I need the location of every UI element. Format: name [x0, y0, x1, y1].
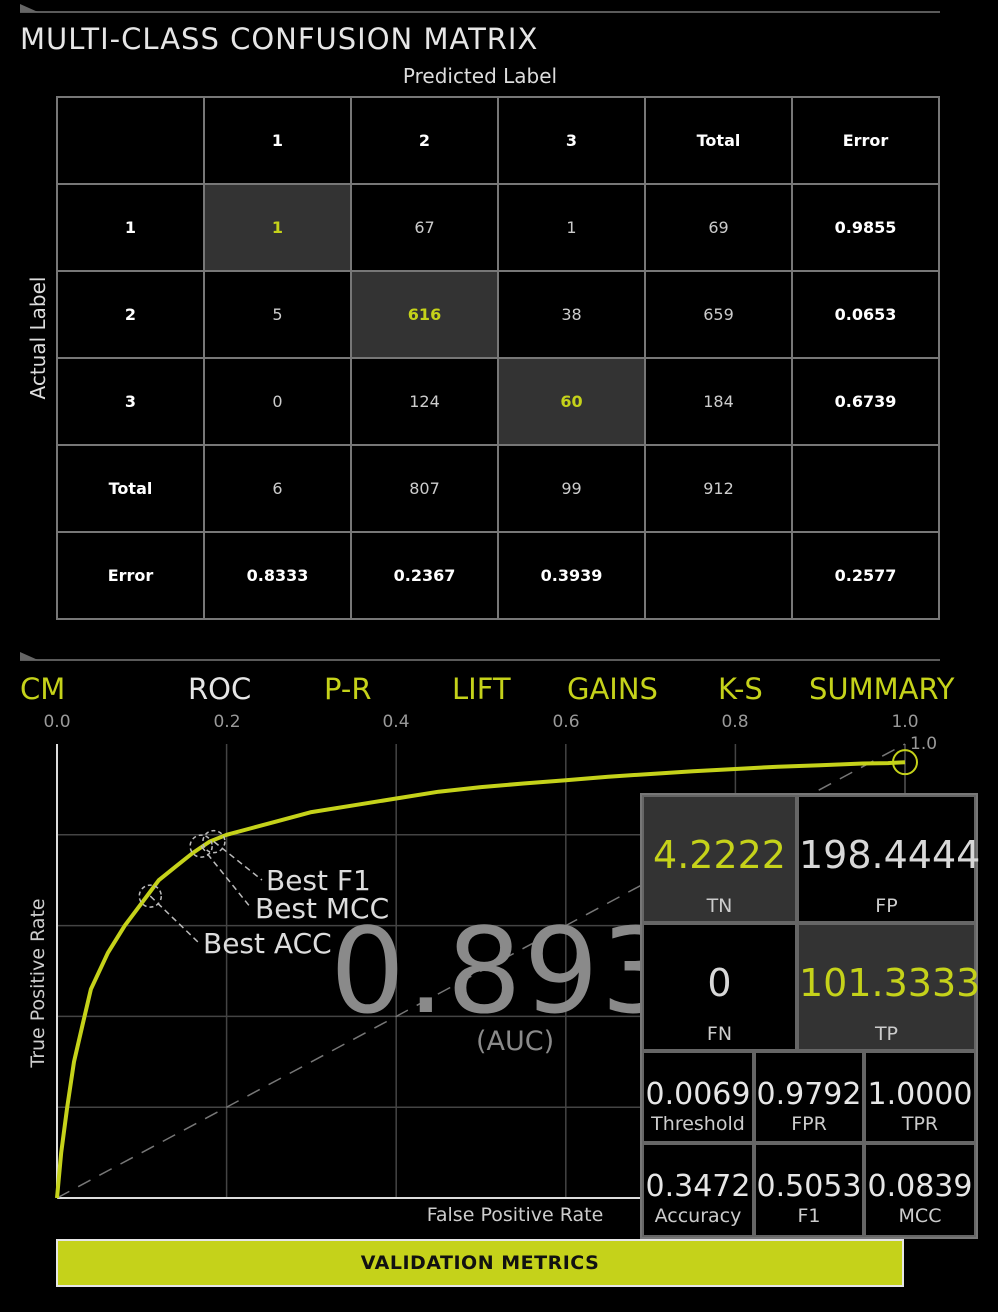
f1-label: F1 — [797, 1205, 821, 1227]
mcc-cell: 0.0839 MCC — [864, 1143, 976, 1237]
auc-label: (AUC) — [476, 1026, 555, 1057]
tpr-value: 1.0000 — [867, 1077, 973, 1112]
fp-label: FP — [875, 895, 898, 917]
annotation-leader-line — [213, 841, 263, 881]
f1-value: 0.5053 — [756, 1169, 862, 1204]
fn-value: 0 — [707, 961, 732, 1005]
y-axis-label: True Positive Rate — [27, 898, 49, 1068]
auc-value: 0.893 — [330, 902, 678, 1040]
fpr-cell: 0.9792 FPR — [754, 1051, 864, 1143]
fp-cell: 198.4444 FP — [797, 795, 981, 923]
tn-value: 4.2222 — [653, 833, 786, 877]
annotation-label: Best F1 — [266, 864, 371, 897]
validation-metrics-label: VALIDATION METRICS — [360, 1252, 600, 1274]
mcc-label: MCC — [898, 1205, 942, 1227]
fpr-label: FPR — [791, 1113, 827, 1135]
fp-value: 198.4444 — [799, 833, 981, 877]
tp-value: 101.3333 — [799, 961, 981, 1005]
accuracy-label: Accuracy — [654, 1205, 742, 1227]
tp-cell: 101.3333 TP — [797, 923, 981, 1051]
mcc-value: 0.0839 — [867, 1169, 973, 1204]
annotation-label: Best ACC — [203, 927, 332, 960]
fn-cell: 0 FN — [642, 923, 797, 1051]
accuracy-cell: 0.3472 Accuracy — [642, 1143, 754, 1237]
threshold-label: Threshold — [651, 1113, 745, 1135]
tn-label: TN — [706, 895, 733, 917]
x-axis-label: False Positive Rate — [426, 1204, 604, 1226]
f1-cell: 0.5053 F1 — [754, 1143, 864, 1237]
threshold-value: 0.0069 — [645, 1077, 751, 1112]
fn-label: FN — [706, 1023, 733, 1045]
tpr-cell: 1.0000 TPR — [864, 1051, 976, 1143]
threshold-cell: 0.0069 Threshold — [642, 1051, 754, 1143]
fpr-value: 0.9792 — [756, 1077, 862, 1112]
tn-cell: 4.2222 TN — [642, 795, 797, 923]
validation-metrics-button[interactable]: VALIDATION METRICS — [56, 1239, 904, 1287]
metrics-panel: 4.2222 TN 198.4444 FP 0 FN 101.3333 TP 0… — [640, 793, 981, 1239]
tp-label: TP — [874, 1023, 899, 1045]
annotation-leader-line — [149, 895, 200, 944]
accuracy-value: 0.3472 — [645, 1169, 751, 1204]
tpr-label: TPR — [901, 1113, 939, 1135]
